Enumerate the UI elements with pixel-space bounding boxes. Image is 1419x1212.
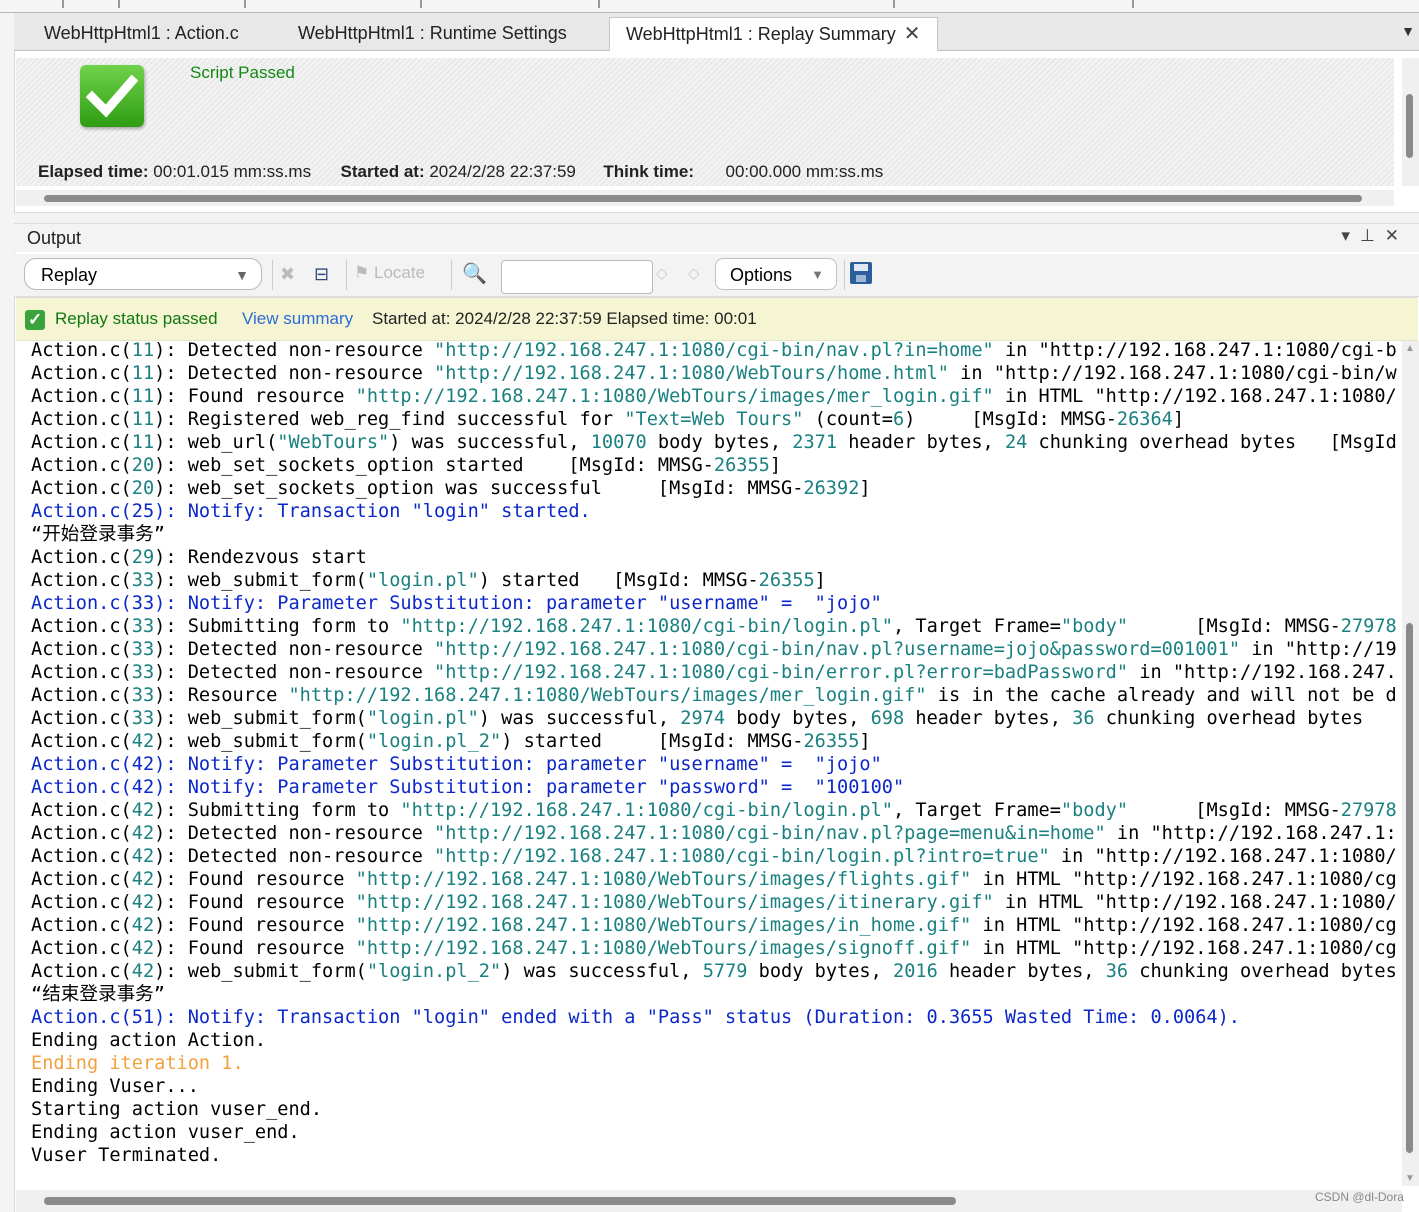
output-filter-select[interactable]: Replay ▼ xyxy=(24,258,262,290)
chevron-down-icon: ▼ xyxy=(235,267,249,283)
scroll-thumb[interactable] xyxy=(44,1197,956,1205)
scroll-thumb[interactable] xyxy=(44,195,1362,202)
close-icon[interactable]: ✕ xyxy=(1385,226,1409,245)
log-line: Action.c(11): web_url("WebTours") was su… xyxy=(31,432,1397,453)
log-line: Vuser Terminated. xyxy=(31,1145,222,1166)
clear-icon[interactable]: ✖ xyxy=(280,264,295,285)
log-line: Ending Vuser... xyxy=(31,1076,199,1097)
log-line: Action.c(42): Found resource "http://192… xyxy=(31,938,1397,959)
log-line: Action.c(33): web_submit_form("login.pl"… xyxy=(31,570,826,591)
log-line: Action.c(42): Found resource "http://192… xyxy=(31,892,1397,913)
panel-splitter[interactable] xyxy=(14,212,1419,224)
log-line: Action.c(11): Registered web_reg_find su… xyxy=(31,409,1185,430)
log-line: Action.c(29): Rendezvous start xyxy=(31,547,367,568)
tab-runtime-settings[interactable]: WebHttpHtml1 : Runtime Settings xyxy=(282,17,583,49)
replay-summary-panel: Script Passed Elapsed time: 00:01.015 mm… xyxy=(16,58,1394,186)
log-line: Action.c(33): Resource "http://192.168.2… xyxy=(31,685,1397,706)
save-icon[interactable] xyxy=(850,262,872,284)
separator xyxy=(844,260,845,290)
separator xyxy=(272,260,273,290)
log-line: Action.c(11): Detected non-resource "htt… xyxy=(31,340,1397,361)
log-line: Action.c(42): Notify: Parameter Substitu… xyxy=(31,754,882,775)
log-line: Action.c(42): Found resource "http://192… xyxy=(31,915,1397,936)
watermark: CSDN @dl-Dora xyxy=(1315,1190,1404,1204)
separator xyxy=(451,260,452,290)
output-header: Output ▾⊥✕ xyxy=(14,224,1419,252)
locate-button[interactable]: ⚑ Locate xyxy=(354,263,425,283)
tab-replay-summary[interactable]: WebHttpHtml1 : Replay Summary ✕ xyxy=(609,17,938,51)
tab-action-c[interactable]: WebHttpHtml1 : Action.c xyxy=(28,17,255,49)
scroll-up-icon[interactable]: ▲ xyxy=(1405,343,1415,354)
next-icon[interactable]: ◇ xyxy=(688,264,700,282)
chevron-down-icon: ▼ xyxy=(811,267,824,282)
output-toolbar: Replay ▼ ✖ ⊟ ⚑ Locate 🔍 ◇ ◇ Options ▼ xyxy=(14,254,1419,297)
think-label: Think time: xyxy=(603,162,695,181)
started-label: Started at: xyxy=(340,162,425,181)
log-line: Action.c(42): Found resource "http://192… xyxy=(31,869,1397,890)
view-summary-link[interactable]: View summary xyxy=(242,298,353,340)
prev-icon[interactable]: ◇ xyxy=(656,264,668,282)
log-line: Action.c(25): Notify: Transaction "login… xyxy=(31,501,591,522)
log-line: “开始登录事务” xyxy=(31,524,165,545)
separator xyxy=(346,260,347,290)
script-status: Script Passed xyxy=(190,63,295,82)
log-line: Action.c(42): Notify: Parameter Substitu… xyxy=(31,777,905,798)
log-line: Action.c(11): Detected non-resource "htt… xyxy=(31,363,1397,384)
summary-stats: Elapsed time: 00:01.015 mm:ss.ms Started… xyxy=(38,162,883,182)
log-line: Action.c(33): Submitting form to "http:/… xyxy=(31,616,1397,637)
left-gutter xyxy=(0,13,15,1212)
elapsed-label: Elapsed time: xyxy=(38,162,149,181)
log-line: Action.c(42): Submitting form to "http:/… xyxy=(31,800,1397,821)
scroll-thumb[interactable] xyxy=(1406,623,1413,1153)
panel-controls: ▾⊥✕ xyxy=(1341,226,1409,246)
pin-icon[interactable]: ⊥ xyxy=(1360,226,1385,245)
tab-menu-icon[interactable]: ▼ xyxy=(1401,23,1415,39)
log-line: Action.c(33): Detected non-resource "htt… xyxy=(31,662,1397,683)
replay-status-info: Started at: 2024/2/28 22:37:59 Elapsed t… xyxy=(372,309,757,328)
close-icon[interactable]: ✕ xyxy=(904,23,921,45)
log-line: Action.c(42): web_submit_form("login.pl_… xyxy=(31,731,871,752)
log-horizontal-scrollbar[interactable] xyxy=(16,1190,1402,1212)
log-line: Action.c(20): web_set_sockets_option was… xyxy=(31,478,871,499)
log-line: Action.c(33): Detected non-resource "htt… xyxy=(31,639,1397,660)
options-dropdown[interactable]: Options ▼ xyxy=(715,258,837,290)
check-icon xyxy=(25,299,45,341)
replay-status-text: Replay status passed xyxy=(55,309,218,328)
search-input[interactable] xyxy=(501,260,653,294)
log-line: Action.c(51): Notify: Transaction "login… xyxy=(31,1007,1240,1028)
log-line: Action.c(42): Detected non-resource "htt… xyxy=(31,846,1397,867)
elapsed-value: 00:01.015 mm:ss.ms xyxy=(153,162,312,181)
log-line: Ending action Action. xyxy=(31,1030,267,1051)
replay-status-bar: Replay status passed View summary Starte… xyxy=(16,297,1418,341)
log-line: Action.c(42): web_submit_form("login.pl_… xyxy=(31,961,1397,982)
summary-horizontal-scrollbar[interactable] xyxy=(16,190,1394,206)
summary-vertical-scrollbar[interactable] xyxy=(1402,58,1419,186)
log-line: Action.c(33): web_submit_form("login.pl"… xyxy=(31,708,1364,729)
log-line: Action.c(20): web_set_sockets_option sta… xyxy=(31,455,782,476)
log-vertical-scrollbar[interactable]: ▲ ▼ xyxy=(1402,341,1419,1186)
search-icon[interactable]: 🔍 xyxy=(462,261,487,286)
scroll-thumb[interactable] xyxy=(1406,94,1413,158)
log-line: Starting action vuser_end. xyxy=(31,1099,323,1120)
editor-tab-bar: WebHttpHtml1 : Action.c WebHttpHtml1 : R… xyxy=(14,13,1419,51)
log-line: Action.c(33): Notify: Parameter Substitu… xyxy=(31,593,882,614)
started-value: 2024/2/28 22:37:59 xyxy=(429,162,576,181)
log-line: Action.c(42): Detected non-resource "htt… xyxy=(31,823,1397,844)
think-value: 00:00.000 mm:ss.ms xyxy=(725,162,884,181)
top-toolbar-strip xyxy=(0,0,1419,13)
output-log[interactable]: Action.c(11): Detected non-resource "htt… xyxy=(31,339,1397,1179)
check-icon xyxy=(80,65,144,127)
log-line: Ending action vuser_end. xyxy=(31,1122,300,1143)
log-line: Ending iteration 1. xyxy=(31,1053,244,1074)
log-line: Action.c(11): Found resource "http://192… xyxy=(31,386,1397,407)
output-title: Output xyxy=(27,228,82,248)
dropdown-icon[interactable]: ▾ xyxy=(1341,226,1360,245)
log-line: “结束登录事务” xyxy=(31,984,165,1005)
locate-icon: ⚑ xyxy=(354,263,370,282)
wrap-icon[interactable]: ⊟ xyxy=(314,264,329,285)
scroll-down-icon[interactable]: ▼ xyxy=(1405,1173,1415,1184)
